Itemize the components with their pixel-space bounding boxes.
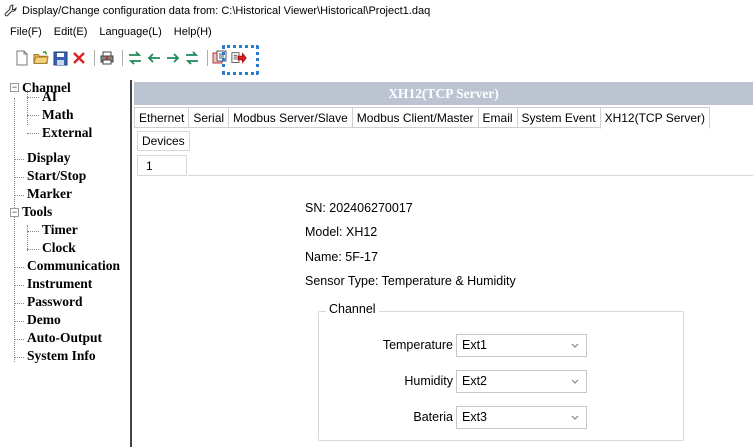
temperature-select[interactable]: Ext1 [456, 334, 587, 357]
tree-item-marker[interactable]: Marker [27, 186, 72, 202]
tree-item-communication[interactable]: Communication [27, 258, 120, 274]
collapse-channel-icon[interactable]: − [10, 83, 19, 92]
tree-connector [14, 357, 24, 358]
tree-connector [27, 97, 39, 98]
tree-item-timer[interactable]: Timer [42, 222, 78, 238]
tree-item-start-stop[interactable]: Start/Stop [27, 168, 86, 184]
tree-item-instrument[interactable]: Instrument [27, 276, 92, 292]
swap-icon[interactable] [184, 50, 200, 66]
tree-connector [14, 303, 24, 304]
tree-connector [14, 339, 24, 340]
tab-divider [188, 175, 753, 176]
tree-connector [14, 177, 24, 178]
tab-email[interactable]: Email [477, 107, 518, 128]
delete-icon[interactable] [71, 50, 87, 66]
tab-ethernet[interactable]: Ethernet [134, 107, 190, 128]
tree-item-display[interactable]: Display [27, 150, 71, 166]
printer-icon[interactable] [99, 50, 115, 66]
tree-connector [14, 321, 24, 322]
tree-item-demo[interactable]: Demo [27, 312, 61, 328]
save-icon[interactable] [52, 50, 68, 66]
arrow-left-icon[interactable] [146, 50, 162, 66]
menu-edit[interactable]: Edit(E) [54, 26, 88, 38]
tree-connector [14, 195, 24, 196]
tree-item-password[interactable]: Password [27, 294, 83, 310]
chevron-down-icon [571, 415, 579, 420]
humidity-select[interactable]: Ext2 [456, 370, 587, 393]
collapse-tools-icon[interactable]: − [10, 208, 19, 217]
toolbar-separator [122, 50, 123, 66]
temperature-select-value: Ext1 [462, 338, 488, 352]
window-title: Display/Change configuration data from: … [22, 5, 431, 17]
humidity-label: Humidity [404, 374, 453, 388]
title-bar: Display/Change configuration data from: … [0, 0, 753, 22]
settings-tree: − − Channel AI Math External Display Sta… [0, 80, 132, 447]
tree-connector [14, 159, 24, 160]
settings-tabs: Ethernet Serial Modbus Server/Slave Modb… [134, 107, 753, 129]
tab-modbus-client-master[interactable]: Modbus Client/Master [351, 107, 479, 128]
bateria-label: Bateria [413, 410, 453, 424]
tree-item-tools[interactable]: Tools [22, 204, 52, 220]
new-file-icon[interactable] [14, 50, 30, 66]
tree-connector [27, 225, 28, 251]
tree-connector [14, 267, 24, 268]
tree-connector [14, 285, 24, 286]
tree-connector [27, 249, 39, 250]
humidity-select-value: Ext2 [462, 374, 488, 388]
chevron-down-icon [571, 379, 579, 384]
device-sensor-type: Sensor Type: Temperature & Humidity [305, 274, 516, 288]
channel-group-label: Channel [326, 302, 379, 316]
device-sn: SN: 202406270017 [305, 201, 413, 215]
toolbar-separator [94, 50, 95, 66]
tree-item-math[interactable]: Math [42, 107, 74, 123]
menu-help[interactable]: Help(H) [174, 26, 212, 38]
tab-device-1[interactable]: 1 [137, 155, 187, 176]
arrow-right-icon[interactable] [165, 50, 181, 66]
wrench-icon [4, 4, 17, 17]
tree-item-ai[interactable]: AI [42, 89, 57, 105]
sub-tabs: Devices [137, 131, 190, 151]
section-title: XH12(TCP Server) [388, 85, 499, 101]
menu-bar: File(F) Edit(E) Language(L) Help(H) [0, 22, 753, 42]
tab-modbus-server-slave[interactable]: Modbus Server/Slave [228, 107, 353, 128]
tree-item-external[interactable]: External [42, 125, 92, 141]
tab-xh12-tcp-server[interactable]: XH12(TCP Server) [599, 107, 711, 129]
tree-connector [27, 133, 39, 134]
tree-connector [14, 98, 15, 362]
tree-item-clock[interactable]: Clock [42, 240, 76, 256]
open-folder-icon[interactable] [33, 50, 49, 66]
tree-connector [27, 231, 39, 232]
temperature-label: Temperature [382, 338, 453, 352]
transfer-icon[interactable] [127, 50, 143, 66]
tab-serial[interactable]: Serial [188, 107, 230, 128]
menu-language[interactable]: Language(L) [99, 26, 161, 38]
chevron-down-icon [571, 343, 579, 348]
bateria-select-value: Ext3 [462, 410, 488, 424]
menu-file[interactable]: File(F) [10, 26, 42, 38]
tree-item-auto-output[interactable]: Auto-Output [27, 330, 102, 346]
tree-connector [27, 115, 39, 116]
tab-system-event[interactable]: System Event [516, 107, 601, 128]
device-name: Name: 5F-17 [305, 250, 378, 264]
device-model: Model: XH12 [305, 225, 378, 239]
toolbar-highlight [222, 45, 259, 75]
tree-item-system-info[interactable]: System Info [27, 348, 96, 364]
bateria-select[interactable]: Ext3 [456, 406, 587, 429]
device-page-tabs: 1 [137, 155, 187, 176]
toolbar-separator [207, 50, 208, 66]
tab-devices[interactable]: Devices [137, 131, 190, 151]
toolbar [0, 43, 753, 73]
section-header: XH12(TCP Server) [134, 82, 753, 105]
